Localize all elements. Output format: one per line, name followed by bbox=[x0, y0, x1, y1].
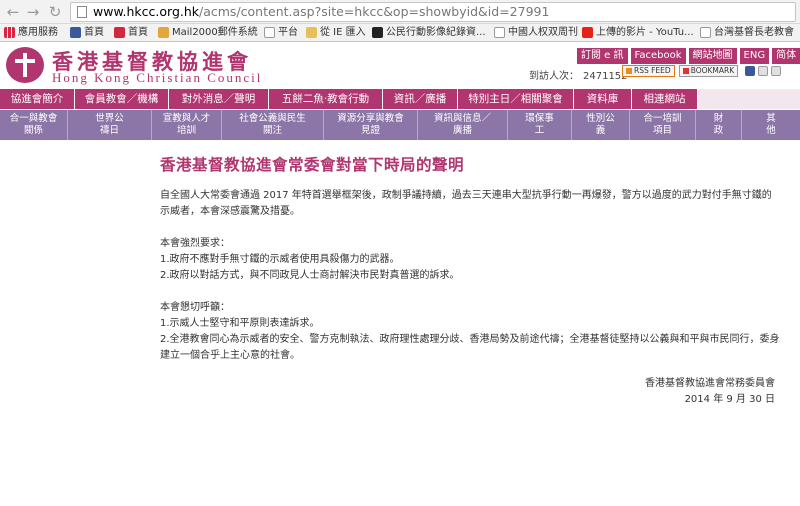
rss-feed-button[interactable]: RSS FEED bbox=[622, 65, 675, 77]
nav-about[interactable]: 協進會簡介 bbox=[0, 89, 75, 109]
facebook-share-icon[interactable] bbox=[745, 66, 755, 76]
appeal-item: 2.全港教會同心為示威者的安全、警方克制執法、政府理性處理分歧、香港局勢及前途代… bbox=[160, 334, 780, 361]
bookmark-home[interactable]: 首頁 bbox=[114, 24, 148, 41]
demand-item: 2.政府以對話方式，與不同政見人士商討解決市民對真普選的訴求。 bbox=[160, 270, 460, 281]
forward-arrow-icon[interactable]: → bbox=[24, 3, 42, 21]
demands-heading: 本會強烈要求： bbox=[160, 238, 230, 249]
back-arrow-icon[interactable]: ← bbox=[4, 3, 22, 21]
subnav-finance[interactable]: 財政 bbox=[696, 110, 742, 140]
bookmark-china-human-rights[interactable]: 中國人权双周刊 bbox=[494, 24, 578, 41]
browser-toolbar: ← → ↻ www.hkcc.org.hk/acms/content.asp?s… bbox=[0, 0, 800, 24]
cross-logo-icon[interactable] bbox=[6, 47, 44, 83]
subnav-info-message[interactable]: 資訊與信息／ 廣播 bbox=[418, 110, 508, 140]
subnav-environment[interactable]: 環保事工 bbox=[508, 110, 572, 140]
subnav-world-day-prayer[interactable]: 世界公 禱日 bbox=[68, 110, 152, 140]
nav-members[interactable]: 會員教會／機構 bbox=[75, 89, 169, 109]
english-link[interactable]: ENG bbox=[739, 48, 770, 64]
article-body: 自全國人大常委會通過 2017 年特首選舉框架後，政制爭議持續，過去三天連串大型… bbox=[160, 188, 780, 380]
nav-church-action[interactable]: 五餅二魚‧教會行動 bbox=[269, 89, 383, 109]
reload-icon[interactable]: ↻ bbox=[46, 3, 64, 21]
demand-item: 1.政府不應對手無寸鐵的示威者使用具殺傷力的武器。 bbox=[160, 254, 400, 265]
nav-links[interactable]: 相連網站 bbox=[632, 89, 698, 109]
article-date: 2014 年 9 月 30 日 bbox=[684, 394, 775, 405]
bookmark-platform[interactable]: 平台 bbox=[264, 24, 298, 41]
bookmark-button[interactable]: BOOKMARK bbox=[678, 65, 739, 77]
subnav-others[interactable]: 其他 bbox=[742, 110, 800, 140]
simplified-chinese-link[interactable]: 简体 bbox=[772, 48, 800, 64]
subnav-social-justice[interactable]: 社會公義與民生 關注 bbox=[222, 110, 324, 140]
nav-special-sundays[interactable]: 特別主日／相關聚會 bbox=[458, 89, 574, 109]
share-icons bbox=[745, 66, 781, 76]
nav-database[interactable]: 資料庫 bbox=[574, 89, 632, 109]
facebook-icon bbox=[70, 27, 81, 38]
url-path: /acms/content.asp?site=hkcc&op=showbyid&… bbox=[199, 4, 550, 19]
subnav-unity[interactable]: 合一與教會 關係 bbox=[0, 110, 68, 140]
red-circle-icon bbox=[114, 27, 125, 38]
bookmark-youtube[interactable]: 上傳的影片 - YouTu... bbox=[582, 24, 694, 41]
youtube-icon bbox=[582, 27, 593, 38]
nav-statements[interactable]: 對外消息／聲明 bbox=[169, 89, 269, 109]
visitor-counter: 到訪人次： 2471152 bbox=[529, 71, 628, 82]
bookmark-mail2000[interactable]: Mail2000郵件系統 bbox=[158, 24, 258, 41]
apps-grid-icon bbox=[4, 27, 15, 38]
bookmarks-bar: 應用服務 首頁 首頁 Mail2000郵件系統 平台 從 IE 匯入 公民行動影… bbox=[0, 24, 800, 42]
article-intro: 自全國人大常委會通過 2017 年特首選舉框架後，政制爭議持續，過去三天連串大型… bbox=[160, 190, 772, 217]
subnav-unity-training[interactable]: 合一培訓 項目 bbox=[630, 110, 696, 140]
folder-icon bbox=[306, 27, 317, 38]
plus-icon bbox=[682, 68, 689, 74]
article-signature: 香港基督教協進會常務委員會 2014 年 9 月 30 日 bbox=[560, 376, 775, 408]
email-share-icon[interactable] bbox=[758, 66, 768, 76]
nav-info-broadcast[interactable]: 資訊／廣播 bbox=[383, 89, 458, 109]
primary-nav: 協進會簡介 會員教會／機構 對外消息／聲明 五餅二魚‧教會行動 資訊／廣播 特別… bbox=[0, 89, 800, 109]
subnav-gender-justice[interactable]: 性別公義 bbox=[572, 110, 630, 140]
rss-icon bbox=[626, 68, 632, 74]
subnav-mission-training[interactable]: 宣教與人才 培訓 bbox=[152, 110, 222, 140]
feed-badges: RSS FEED BOOKMARK bbox=[622, 65, 739, 77]
page-icon bbox=[494, 27, 505, 38]
bookmark-facebook-home[interactable]: 首頁 bbox=[70, 24, 104, 41]
page-icon bbox=[77, 6, 87, 18]
signatory: 香港基督教協進會常務委員會 bbox=[645, 378, 775, 389]
bookmark-tw-presbyterian[interactable]: 台灣基督長老教會 bbox=[700, 24, 794, 41]
subscribe-enews-link[interactable]: 訂閱 e 訊 bbox=[577, 48, 628, 64]
secondary-nav: 合一與教會 關係 世界公 禱日 宣教與人才 培訓 社會公義與民生 關注 資源分享與教會見… bbox=[0, 110, 800, 140]
page-icon bbox=[700, 27, 711, 38]
print-icon[interactable] bbox=[771, 66, 781, 76]
page-icon bbox=[264, 27, 275, 38]
bookmark-apps[interactable]: 應用服務 bbox=[4, 24, 58, 41]
address-bar[interactable]: www.hkcc.org.hk/acms/content.asp?site=hk… bbox=[70, 2, 796, 22]
mail-icon bbox=[158, 27, 169, 38]
demands-section: 本會強烈要求： 1.政府不應對手無寸鐵的示威者使用具殺傷力的武器。 2.政府以對… bbox=[160, 236, 780, 284]
appeal-item: 1.示威人士堅守和平原則表達訴求。 bbox=[160, 318, 320, 329]
facebook-link[interactable]: Facebook bbox=[630, 48, 686, 64]
article-title: 香港基督教協進會常委會對當下時局的聲明 bbox=[160, 156, 465, 174]
sitemap-link[interactable]: 網站地圖 bbox=[688, 48, 737, 64]
dark-circle-icon bbox=[372, 27, 383, 38]
appeals-heading: 本會懇切呼籲： bbox=[160, 302, 230, 313]
visitor-count: 2471152 bbox=[583, 71, 628, 82]
site-name-en[interactable]: Hong Kong Christian Council bbox=[52, 70, 262, 86]
bookmark-civic-video[interactable]: 公民行動影像紀錄資... bbox=[372, 24, 486, 41]
subnav-resource-sharing[interactable]: 資源分享與教會 見證 bbox=[324, 110, 418, 140]
url-host: www.hkcc.org.hk bbox=[93, 4, 200, 19]
top-links: 訂閱 e 訊 Facebook 網站地圖 ENG 简体 bbox=[577, 48, 800, 64]
bookmark-ie-import[interactable]: 從 IE 匯入 bbox=[306, 24, 366, 41]
appeals-section: 本會懇切呼籲： 1.示威人士堅守和平原則表達訴求。 2.全港教會同心為示威者的安… bbox=[160, 300, 780, 364]
